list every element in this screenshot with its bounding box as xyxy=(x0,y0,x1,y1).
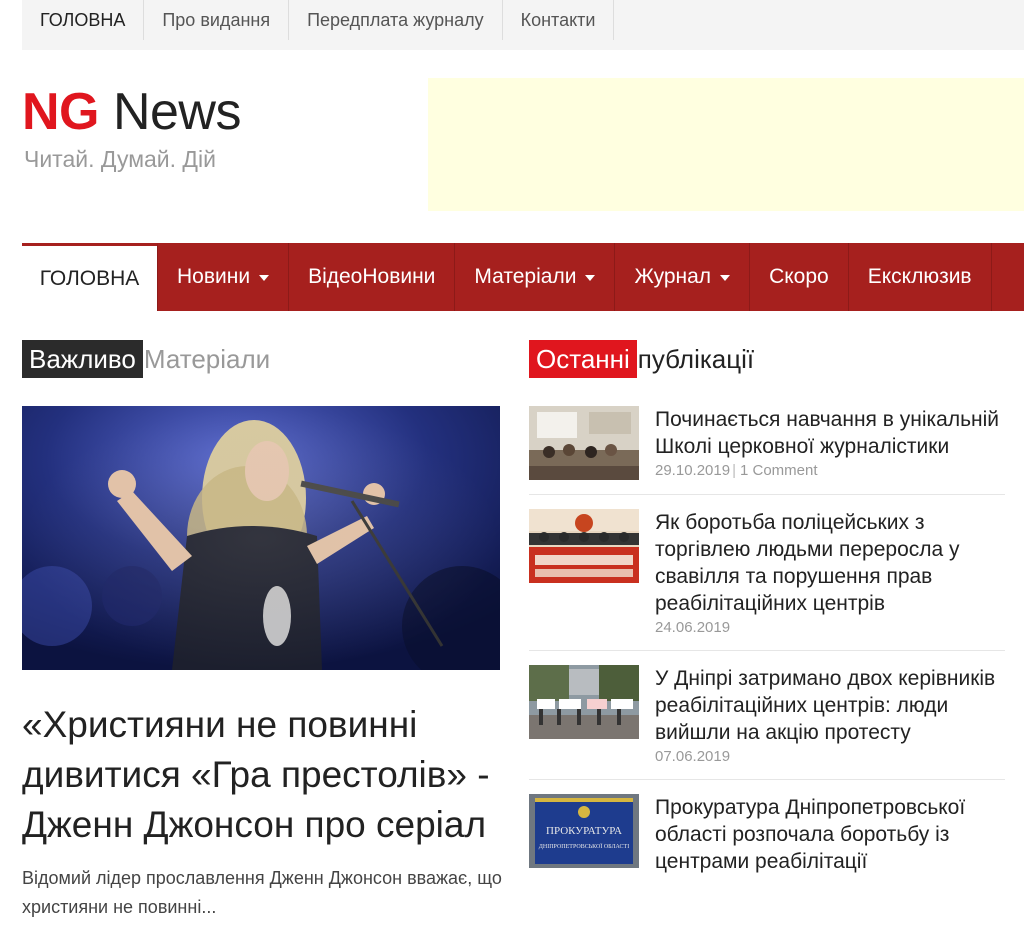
top-nav-contacts[interactable]: Контакти xyxy=(503,0,615,40)
top-nav-subscription[interactable]: Передплата журналу xyxy=(289,0,503,40)
nav-video-news-label: ВідеоНовини xyxy=(308,265,436,288)
list-item: У Дніпрі затримано двох керівників реабі… xyxy=(529,665,1005,780)
logo-ng: NG xyxy=(22,83,100,141)
nav-materials[interactable]: Матеріали xyxy=(455,243,616,311)
post-thumbnail[interactable] xyxy=(529,406,639,480)
post-thumbnail[interactable] xyxy=(529,509,639,583)
logo-news: News xyxy=(112,83,242,141)
thumb-sign-line1: ПРОКУРАТУРА xyxy=(546,825,622,837)
recent-posts-list: Починається навчання в унікальній Школі … xyxy=(529,406,1005,903)
section-title-rest: публікації xyxy=(637,343,755,374)
nav-materials-label: Матеріали xyxy=(474,265,577,288)
nav-news-label: Новини xyxy=(177,265,251,288)
post-title[interactable]: У Дніпрі затримано двох керівників реабі… xyxy=(655,665,1005,746)
post-date: 07.06.2019 xyxy=(655,748,731,765)
nav-exclusive[interactable]: Ексклюзив xyxy=(849,243,992,311)
post-title[interactable]: Починається навчання в унікальній Школі … xyxy=(655,406,1005,460)
top-nav-home[interactable]: ГОЛОВНА xyxy=(22,0,145,40)
nav-journal-label: Журнал xyxy=(634,265,712,288)
post-meta: 24.06.2019 xyxy=(655,619,1005,636)
top-navigation: ГОЛОВНА Про видання Передплата журналу К… xyxy=(22,0,1024,50)
nav-exclusive-label: Ексклюзив xyxy=(867,265,972,288)
post-comments-link[interactable]: 1 Comment xyxy=(740,462,818,479)
nav-soon-label: Скоро xyxy=(769,265,829,288)
featured-image[interactable] xyxy=(22,406,500,670)
nav-video-news[interactable]: ВідеоНовини xyxy=(289,243,456,311)
section-badge: Важливо xyxy=(22,340,143,378)
important-materials-header: Важливо Матеріали xyxy=(22,340,270,378)
post-date: 29.10.2019 xyxy=(655,462,731,479)
post-title[interactable]: Прокуратура Дніпропетровської області ро… xyxy=(655,794,1005,875)
list-item: ПРОКУРАТУРА ДНІПРОПЕТРОВСЬКОЇ ОБЛАСТІ Пр… xyxy=(529,794,1005,889)
chevron-down-icon xyxy=(259,275,270,281)
site-logo[interactable]: NG News xyxy=(22,82,241,142)
nav-soon[interactable]: Скоро xyxy=(750,243,849,311)
chevron-down-icon xyxy=(720,275,731,281)
featured-excerpt: Відомий лідер прославлення Дженн Джонсон… xyxy=(22,868,502,917)
site-tagline: Читай. Думай. Дій xyxy=(24,146,216,172)
nav-home-label: ГОЛОВНА xyxy=(39,266,140,290)
post-thumbnail[interactable] xyxy=(529,665,639,739)
recent-publications-header: Останні публікації xyxy=(529,340,754,378)
top-nav-about[interactable]: Про видання xyxy=(144,0,290,40)
featured-title[interactable]: «Християни не повинні дивитися «Гра прес… xyxy=(22,700,512,850)
nav-home[interactable]: ГОЛОВНА xyxy=(22,243,158,311)
nav-news[interactable]: Новини xyxy=(158,243,290,311)
ad-banner xyxy=(428,78,1024,211)
list-item: Як боротьба поліцейських з торгівлею люд… xyxy=(529,509,1005,651)
post-thumbnail[interactable]: ПРОКУРАТУРА ДНІПРОПЕТРОВСЬКОЇ ОБЛАСТІ xyxy=(529,794,639,868)
post-meta: 07.06.2019 xyxy=(655,748,1005,765)
section-badge: Останні xyxy=(529,340,637,378)
section-title-rest: Матеріали xyxy=(143,343,271,374)
main-navigation: ГОЛОВНА Новини ВідеоНовини Матеріали Жур… xyxy=(22,243,1024,311)
list-item: Починається навчання в унікальній Школі … xyxy=(529,406,1005,495)
post-date: 24.06.2019 xyxy=(655,619,731,636)
nav-journal[interactable]: Журнал xyxy=(615,243,751,311)
thumb-sign-line2: ДНІПРОПЕТРОВСЬКОЇ ОБЛАСТІ xyxy=(539,843,629,850)
meta-separator: | xyxy=(732,462,736,479)
chevron-down-icon xyxy=(585,275,596,281)
post-meta: 29.10.2019 | 1 Comment xyxy=(655,462,1005,479)
post-title[interactable]: Як боротьба поліцейських з торгівлею люд… xyxy=(655,509,1005,617)
